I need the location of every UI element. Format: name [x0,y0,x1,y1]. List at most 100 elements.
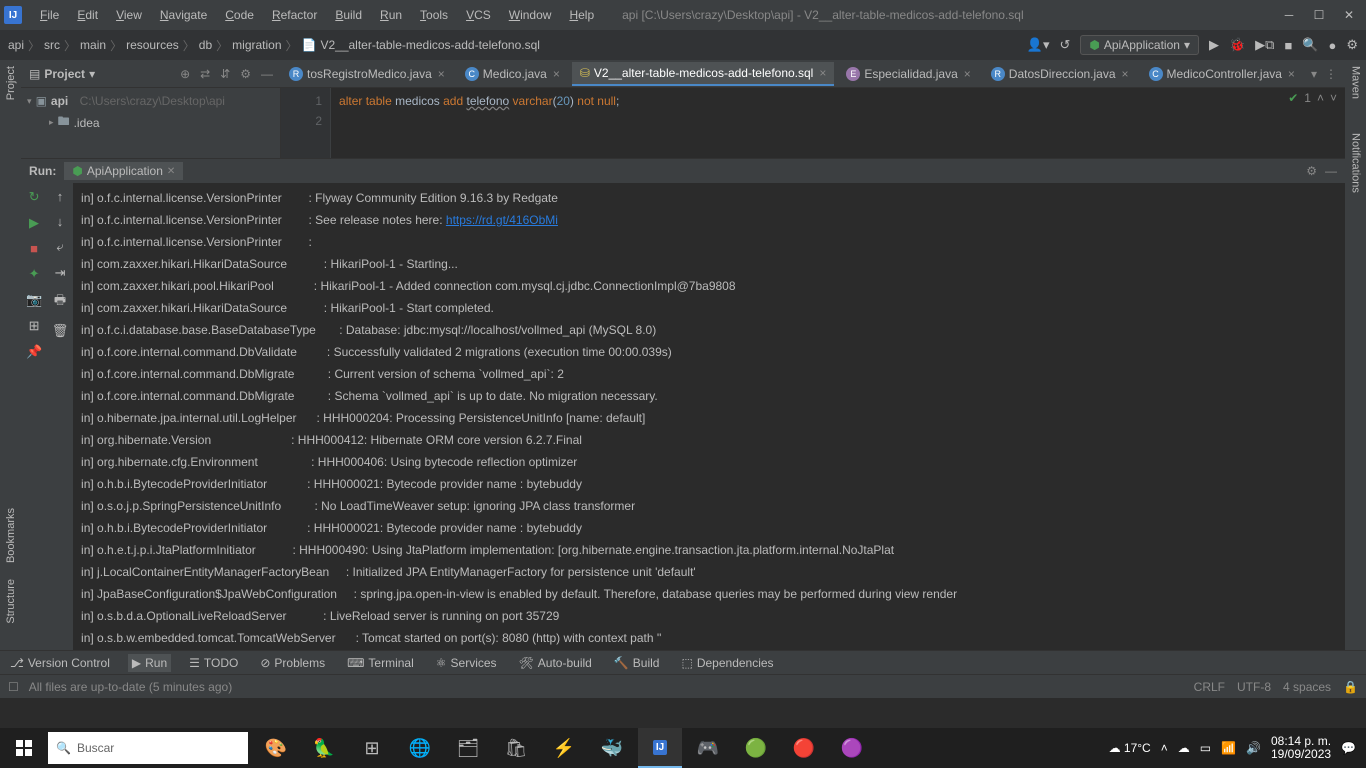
tool-auto-build[interactable]: 🛠Auto-build [515,654,596,672]
tray-wifi-icon[interactable]: 📶 [1221,741,1236,755]
menu-run[interactable]: Run [372,4,410,26]
hide-icon[interactable]: — [1325,164,1337,178]
gear-icon[interactable]: ⚙ [1306,164,1317,178]
close-icon[interactable]: × [1122,67,1129,81]
tool-todo[interactable]: ☰TODO [185,654,242,672]
close-icon[interactable]: × [438,67,445,81]
run-config-select[interactable]: ⬢ ApiApplication ▾ [1080,35,1199,55]
tree-root[interactable]: ▾ ▣ api C:\Users\crazy\Desktop\api [25,92,276,110]
tool-terminal[interactable]: ⌨Terminal [343,654,418,672]
status-indent[interactable]: 4 spaces [1283,680,1331,694]
chevron-down-icon[interactable]: ▾ [89,67,95,81]
ai-icon[interactable]: ● [1328,38,1336,53]
tb-edge-icon[interactable]: 🌐 [398,728,442,768]
status-line-ending[interactable]: CRLF [1194,680,1225,694]
select-opened-icon[interactable]: ⊕ [180,67,190,81]
debug-button[interactable]: 🐞 [1229,37,1245,53]
rail-maven[interactable]: Maven [1349,66,1361,99]
readonly-icon[interactable]: 🔒 [1343,680,1358,694]
actuator-icon[interactable]: ✦ [29,266,40,282]
rail-structure[interactable]: Structure [5,579,17,624]
tab-dropdown-icon[interactable]: ▾ [1311,67,1317,81]
console[interactable]: in] o.f.c.internal.license.VersionPrinte… [73,183,1345,650]
expand-icon[interactable]: ⇄ [200,67,210,81]
chevron-up-icon[interactable]: ˄ [1317,91,1324,105]
rail-project[interactable]: Project [5,66,17,100]
run-button[interactable]: ▶ [1209,37,1219,53]
tray-notifications-icon[interactable]: 💬 [1341,741,1356,755]
collapse-icon[interactable]: ⇵ [220,67,230,81]
tb-lightning-icon[interactable]: ⚡ [542,728,586,768]
tb-copilot-icon[interactable]: 🎨 [254,728,298,768]
tool-version-control[interactable]: ⎇Version Control [6,654,114,672]
tray-chevron-icon[interactable]: ˄ [1161,741,1168,755]
menu-build[interactable]: Build [327,4,370,26]
layout-icon[interactable]: ⊞ [29,318,40,334]
tb-docker-icon[interactable]: 🐳 [590,728,634,768]
tray-meet-icon[interactable]: ▭ [1200,741,1211,755]
menu-view[interactable]: View [108,4,150,26]
tb-insomnia-icon[interactable]: 🟣 [830,728,874,768]
close-icon[interactable]: ✕ [167,166,175,177]
menu-tools[interactable]: Tools [412,4,456,26]
status-icon[interactable]: ☐ [8,680,19,694]
tool-services[interactable]: ⚛Services [432,654,501,672]
tray-clock[interactable]: 08:14 p. m. 19/09/2023 [1271,735,1331,761]
editor-tab-5[interactable]: CMedicoController.java× [1141,63,1303,85]
crumb-0[interactable]: api [8,38,24,52]
editor-tab-0[interactable]: RtosRegistroMedico.java× [281,63,453,85]
settings-icon[interactable]: ⚙ [1346,37,1358,53]
editor-tab-3[interactable]: EEspecialidad.java× [838,63,978,85]
tb-bird-icon[interactable]: 🦜 [302,728,346,768]
tray-volume-icon[interactable]: 🔊 [1246,741,1261,755]
editor[interactable]: 1 2 alter table medicos add telefono var… [281,88,1345,158]
tool-problems[interactable]: ⊘Problems [256,654,329,672]
crumb-2[interactable]: main [80,38,106,52]
tb-explorer-icon[interactable]: 🗂 [446,728,490,768]
pin-icon[interactable]: 📌 [26,344,42,360]
tb-chrome-icon[interactable]: 🟢 [734,728,778,768]
editor-tab-4[interactable]: RDatosDireccion.java× [983,63,1137,85]
update-icon[interactable]: ↺ [1059,37,1070,53]
soft-wrap-icon[interactable]: ⤶ [56,239,63,255]
up-icon[interactable]: ↑ [57,189,64,204]
gear-icon[interactable]: ⚙ [240,67,251,81]
search-icon[interactable]: 🔍 [1302,37,1318,53]
maximize-button[interactable]: ☐ [1306,5,1332,25]
editor-tab-2[interactable]: ⛁V2__alter-table-medicos-add-telefono.sq… [572,62,835,86]
hide-icon[interactable]: — [261,67,273,81]
menu-refactor[interactable]: Refactor [264,4,325,26]
tray-onedrive-icon[interactable]: ☁ [1178,741,1190,755]
close-icon[interactable]: × [553,67,560,81]
menu-window[interactable]: Window [501,4,560,26]
menu-file[interactable]: File [32,4,67,26]
run-icon[interactable]: ▶ [29,215,39,231]
coverage-button[interactable]: ▶⧉ [1255,37,1274,53]
tb-opera-icon[interactable]: 🔴 [782,728,826,768]
crumb-3[interactable]: resources [126,38,179,52]
menu-vcs[interactable]: VCS [458,4,499,26]
tab-more-icon[interactable]: ⋮ [1325,67,1337,81]
crumb-1[interactable]: src [44,38,60,52]
status-encoding[interactable]: UTF-8 [1237,680,1271,694]
clear-icon[interactable]: 🗑 [52,323,69,339]
editor-inspections[interactable]: ✔ 1 ˄ ˅ [1288,91,1337,105]
rail-notifications[interactable]: Notifications [1349,133,1361,193]
menu-navigate[interactable]: Navigate [152,4,215,26]
start-button[interactable] [0,728,48,768]
minimize-button[interactable]: ─ [1276,5,1302,25]
menu-help[interactable]: Help [561,4,602,26]
tool-run[interactable]: ▶Run [128,654,171,672]
code-area[interactable]: alter table medicos add telefono varchar… [331,88,1345,158]
tb-ea-icon[interactable]: 🎮 [686,728,730,768]
tb-intellij-icon[interactable]: IJ [638,728,682,768]
menu-edit[interactable]: Edit [69,4,106,26]
taskbar-search[interactable]: 🔍 Buscar [48,732,248,764]
tree-child-idea[interactable]: ▸ 🖿 .idea [25,110,276,135]
stop-icon[interactable]: ■ [30,241,38,256]
tb-taskview-icon[interactable]: ⊞ [350,728,394,768]
stop-button[interactable]: ■ [1284,38,1292,53]
editor-tab-1[interactable]: CMedico.java× [457,63,568,85]
close-icon[interactable]: × [819,66,826,80]
crumb-4[interactable]: db [199,38,212,52]
